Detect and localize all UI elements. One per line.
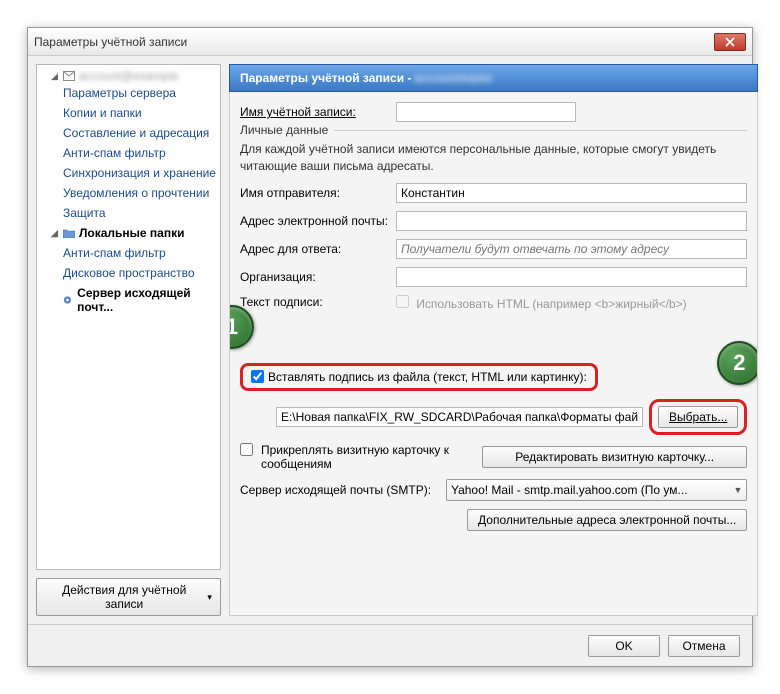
account-name-input[interactable] — [396, 102, 576, 122]
dialog-buttons: OK Отмена — [28, 624, 752, 666]
signature-file-path: E:\Новая папка\FIX_RW_SDCARD\Рабочая пап… — [276, 407, 643, 427]
window-title: Параметры учётной записи — [34, 35, 714, 49]
reply-input[interactable] — [396, 239, 747, 259]
account-settings-dialog: Параметры учётной записи ◢ account@examp… — [27, 27, 753, 667]
choose-file-button[interactable]: Выбрать... — [658, 406, 738, 428]
attach-vcard-option[interactable]: Прикреплять визитную карточку к сообщени… — [240, 443, 476, 471]
attach-from-file-highlight: Вставлять подпись из файла (текст, HTML … — [240, 363, 598, 391]
account-email-blurred: account@example — [79, 69, 179, 83]
folder-icon — [63, 228, 75, 238]
tree-account-root[interactable]: ◢ account@example — [37, 69, 220, 83]
attach-vcard-label: Прикреплять визитную карточку к сообщени… — [261, 443, 476, 471]
email-input[interactable] — [396, 211, 747, 231]
tree-item-server-params[interactable]: Параметры сервера — [37, 83, 220, 103]
attach-from-file-label: Вставлять подпись из файла (текст, HTML … — [268, 370, 587, 384]
tree-item-compose[interactable]: Составление и адресация — [37, 123, 220, 143]
account-tree: ◢ account@example Параметры сервера Копи… — [36, 64, 221, 570]
outgoing-smtp-label: Сервер исходящей почт... — [77, 286, 216, 314]
mail-icon — [63, 71, 75, 81]
email-label: Адрес электронной почты: — [240, 214, 390, 228]
chevron-down-icon: ▾ — [207, 592, 212, 603]
panel-title: Параметры учётной записи - — [240, 71, 415, 85]
sender-name-label: Имя отправителя: — [240, 186, 390, 200]
edit-vcard-button[interactable]: Редактировать визитную карточку... — [482, 446, 747, 468]
tree-item-receipts[interactable]: Уведомления о прочтении — [37, 183, 220, 203]
local-folders-label: Локальные папки — [79, 226, 185, 240]
personal-data-legend: Личные данные — [240, 123, 334, 137]
panel-account-blurred: accountname — [415, 71, 492, 85]
use-html-checkbox[interactable] — [396, 295, 409, 308]
close-icon — [725, 37, 735, 47]
tree-item-antispam[interactable]: Анти-спам фильтр — [37, 143, 220, 163]
use-html-label: Использовать HTML (например <b>жирный</b… — [416, 297, 686, 311]
main-panel: Параметры учётной записи - accountname И… — [229, 64, 758, 616]
server-icon — [62, 294, 73, 306]
tree-item-local-antispam[interactable]: Анти-спам фильтр — [37, 243, 220, 263]
additional-addresses-button[interactable]: Дополнительные адреса электронной почты.… — [467, 509, 747, 531]
sidebar: ◢ account@example Параметры сервера Копи… — [36, 64, 221, 616]
attach-from-file-checkbox[interactable] — [251, 370, 264, 383]
tree-item-sync[interactable]: Синхронизация и хранение — [37, 163, 220, 183]
tree-local-folders[interactable]: ◢ Локальные папки — [37, 223, 220, 243]
account-name-label: Имя учётной записи: — [240, 105, 390, 119]
choose-button-highlight: Выбрать... — [649, 399, 747, 435]
personal-help-text: Для каждой учётной записи имеются персон… — [240, 141, 747, 175]
tree-item-local-disk[interactable]: Дисковое пространство — [37, 263, 220, 283]
org-input[interactable] — [396, 267, 747, 287]
tree-item-copies[interactable]: Копии и папки — [37, 103, 220, 123]
smtp-server-label: Сервер исходящей почты (SMTP): — [240, 483, 440, 497]
reply-label: Адрес для ответа: — [240, 242, 390, 256]
close-button[interactable] — [714, 33, 746, 51]
panel-header: Параметры учётной записи - accountname — [229, 64, 758, 92]
smtp-server-value: Yahoo! Mail - smtp.mail.yahoo.com (По ум… — [451, 483, 688, 497]
form-area: Имя учётной записи: Личные данные Для ка… — [229, 92, 758, 616]
signature-label: Текст подписи: — [240, 295, 390, 309]
annotation-badge-2: 2 — [717, 341, 758, 385]
sender-name-input[interactable] — [396, 183, 747, 203]
attach-vcard-checkbox[interactable] — [240, 443, 253, 456]
account-actions-label: Действия для учётной записи — [45, 583, 203, 611]
tree-outgoing-smtp[interactable]: Сервер исходящей почт... — [37, 283, 220, 317]
tree-item-security[interactable]: Защита — [37, 203, 220, 223]
account-actions-button[interactable]: Действия для учётной записи ▾ — [36, 578, 221, 616]
chevron-down-icon: ▼ — [733, 485, 742, 495]
titlebar[interactable]: Параметры учётной записи — [28, 28, 752, 56]
collapse-icon: ◢ — [51, 71, 59, 82]
use-html-option[interactable]: Использовать HTML (например <b>жирный</b… — [396, 297, 687, 311]
ok-button[interactable]: OK — [588, 635, 660, 657]
org-label: Организация: — [240, 270, 390, 284]
smtp-server-select[interactable]: Yahoo! Mail - smtp.mail.yahoo.com (По ум… — [446, 479, 747, 501]
collapse-icon: ◢ — [51, 228, 59, 239]
cancel-button[interactable]: Отмена — [668, 635, 740, 657]
